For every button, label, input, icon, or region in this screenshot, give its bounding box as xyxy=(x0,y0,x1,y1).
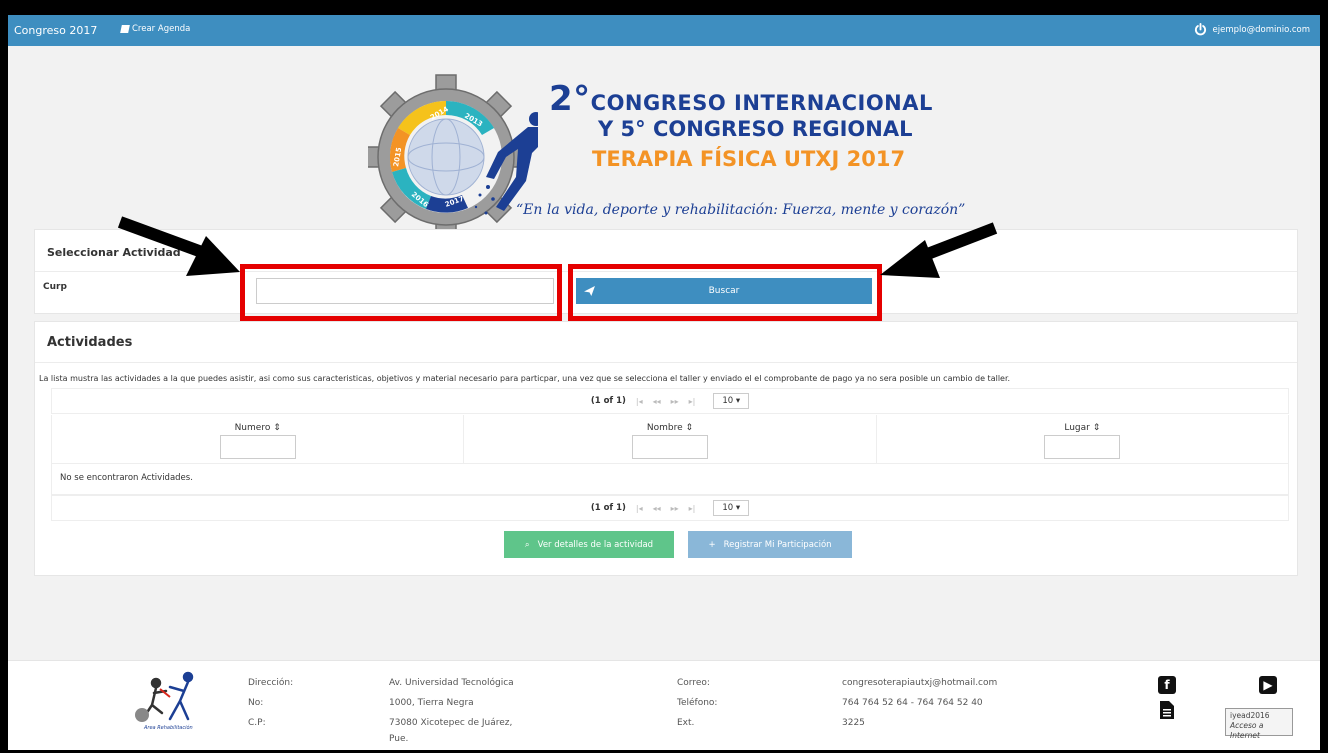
create-agenda-label: Crear Agenda xyxy=(132,24,191,34)
table-header: Numero ⇕ Nombre ⇕ Lugar ⇕ xyxy=(51,415,1289,463)
empty-message: No se encontraron Actividades. xyxy=(51,463,1289,495)
next-page-icon[interactable]: ▸▸ xyxy=(671,397,679,406)
banner-slogan: “En la vida, deporte y rehabilitación: F… xyxy=(516,202,966,218)
panel-title: Actividades xyxy=(47,335,133,350)
footer-label-number: No: xyxy=(248,698,264,708)
create-agenda-link[interactable]: Crear Agenda xyxy=(120,24,191,34)
rows-per-page-value: 10 xyxy=(722,503,734,513)
rows-per-page-select[interactable]: 10 ▾ xyxy=(713,393,750,409)
document-icon[interactable] xyxy=(1158,701,1176,719)
activities-panel: Actividades La lista mustra las activida… xyxy=(34,321,1298,576)
footer-label-address: Dirección: xyxy=(248,678,294,688)
rows-per-page-value: 10 xyxy=(722,396,734,406)
footer-email[interactable]: congresoterapiautxj@hotmail.com xyxy=(842,678,997,688)
column-label: Nombre xyxy=(646,423,683,433)
sort-icon[interactable]: ⇕ xyxy=(273,423,281,433)
sort-icon[interactable]: ⇕ xyxy=(686,423,694,433)
search-icon: ⌕ xyxy=(524,539,530,550)
panel-title: Seleccionar Actividad xyxy=(47,246,181,259)
footer: Area Rehabilitación Dirección: No: C.P: … xyxy=(8,660,1320,750)
column-label: Lugar xyxy=(1064,423,1090,433)
last-page-icon[interactable]: ▸| xyxy=(689,397,696,406)
footer-label-email: Correo: xyxy=(677,678,710,688)
register-participation-label: Registrar Mi Participación xyxy=(723,539,832,550)
banner-number: 2° xyxy=(549,79,591,119)
page-indicator: (1 of 1) xyxy=(590,503,626,513)
user-menu[interactable]: ejemplo@dominio.com xyxy=(1194,23,1310,36)
facebook-icon[interactable]: f xyxy=(1158,676,1176,694)
column-lugar[interactable]: Lugar ⇕ xyxy=(877,415,1288,463)
congress-banner: 2014 2013 2015 2016 2017 2°CONGRESO INTE… xyxy=(368,57,988,237)
browser-page: Congreso 2017 Crear Agenda ejemplo@domin… xyxy=(8,15,1320,750)
next-page-icon[interactable]: ▸▸ xyxy=(671,504,679,513)
column-numero[interactable]: Numero ⇕ xyxy=(52,415,465,463)
banner-title-line2: Y 5° CONGRESO REGIONAL xyxy=(598,117,913,141)
page-indicator: (1 of 1) xyxy=(590,396,626,406)
view-details-button[interactable]: ⌕ Ver detalles de la actividad xyxy=(504,531,674,558)
footer-cp-line2: Pue. xyxy=(389,734,409,744)
first-page-icon[interactable]: |◂ xyxy=(636,504,643,513)
footer-ext: 3225 xyxy=(842,718,865,728)
view-details-label: Ver detalles de la actividad xyxy=(537,539,654,550)
banner-title-line1: 2°CONGRESO INTERNACIONAL xyxy=(549,79,933,119)
book-icon xyxy=(120,25,130,33)
activation-line2: Acceso a Internet xyxy=(1230,721,1264,740)
divider xyxy=(35,362,1297,363)
activation-line1: iyead2016 xyxy=(1230,711,1270,720)
curp-label: Curp xyxy=(43,282,67,292)
rows-per-page-select[interactable]: 10 ▾ xyxy=(713,500,750,516)
prev-page-icon[interactable]: ◂◂ xyxy=(653,504,661,513)
footer-address: Av. Universidad Tecnológica xyxy=(389,678,514,688)
paginator-top: (1 of 1) |◂ ◂◂ ▸▸ ▸| 10 ▾ xyxy=(51,388,1289,414)
footer-label-phone: Teléfono: xyxy=(677,698,718,708)
column-nombre[interactable]: Nombre ⇕ xyxy=(464,415,877,463)
banner-title-line3: TERAPIA FÍSICA UTXJ 2017 xyxy=(592,147,906,171)
column-label: Numero xyxy=(234,423,271,433)
rehab-area-logo: Area Rehabilitación xyxy=(135,671,194,731)
footer-label-ext: Ext. xyxy=(677,718,695,728)
filter-lugar-input[interactable] xyxy=(1044,435,1121,459)
footer-label-cp: C.P: xyxy=(248,718,266,728)
activities-description: La lista mustra las actividades a la que… xyxy=(39,374,1011,383)
activation-watermark: iyead2016 Acceso a Internet xyxy=(1225,708,1293,740)
first-page-icon[interactable]: |◂ xyxy=(636,397,643,406)
footer-number: 1000, Tierra Negra xyxy=(389,698,474,708)
highlight-box-buscar xyxy=(568,264,882,321)
plus-icon: + xyxy=(708,539,716,550)
register-participation-button[interactable]: + Registrar Mi Participación xyxy=(688,531,852,558)
filter-nombre-input[interactable] xyxy=(631,435,708,459)
prev-page-icon[interactable]: ◂◂ xyxy=(653,397,661,406)
highlight-box-curp xyxy=(240,264,562,321)
footer-phone: 764 764 52 64 - 764 764 52 40 xyxy=(842,698,983,708)
gear-logo: 2014 2013 2015 2016 2017 xyxy=(368,74,538,237)
sort-icon[interactable]: ⇕ xyxy=(1093,423,1101,433)
banner-title-rest: CONGRESO INTERNACIONAL xyxy=(590,91,933,115)
paginator-bottom: (1 of 1) |◂ ◂◂ ▸▸ ▸| 10 ▾ xyxy=(51,495,1289,521)
logo-caption: Area Rehabilitación xyxy=(143,724,193,731)
footer-cp-line1: 73080 Xicotepec de Juárez, xyxy=(389,718,513,728)
filter-numero-input[interactable] xyxy=(219,435,296,459)
youtube-icon[interactable]: ▶ xyxy=(1259,676,1277,694)
user-email: ejemplo@dominio.com xyxy=(1212,24,1310,35)
last-page-icon[interactable]: ▸| xyxy=(689,504,696,513)
brand-link[interactable]: Congreso 2017 xyxy=(14,24,97,37)
power-icon[interactable] xyxy=(1194,23,1207,36)
top-navbar: Congreso 2017 Crear Agenda ejemplo@domin… xyxy=(8,15,1320,46)
